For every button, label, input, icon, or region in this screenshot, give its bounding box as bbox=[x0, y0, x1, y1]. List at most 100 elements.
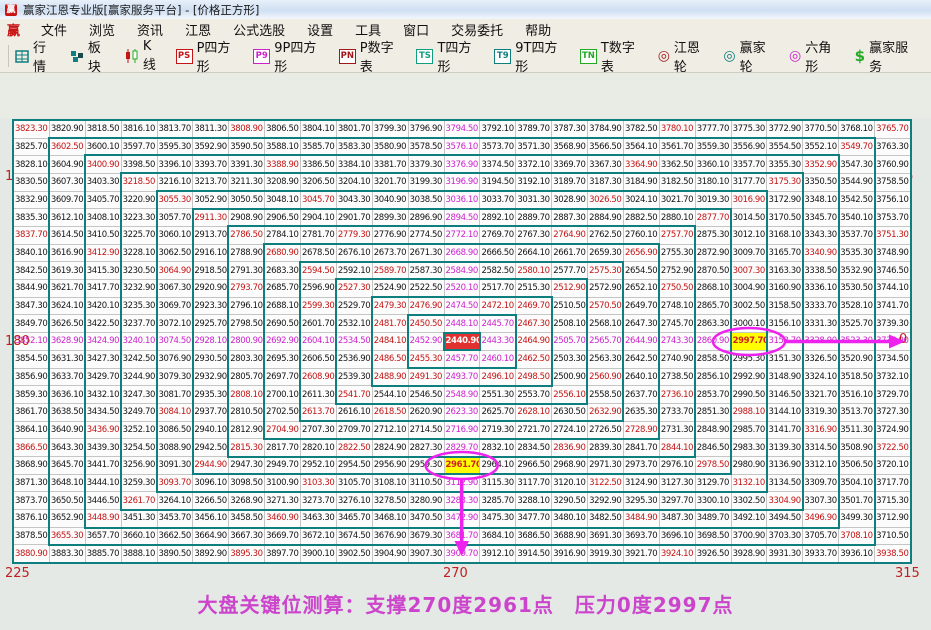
grid-cell[interactable]: 3830.50 bbox=[14, 174, 49, 191]
grid-cell[interactable]: 3465.70 bbox=[337, 510, 372, 527]
grid-cell[interactable]: 3679.30 bbox=[409, 528, 444, 545]
grid-cell[interactable]: 3751.30 bbox=[875, 227, 910, 244]
grid-cell[interactable]: 2472.10 bbox=[480, 298, 515, 315]
grid-cell[interactable]: 2976.10 bbox=[660, 457, 695, 474]
grid-cell[interactable]: 2995.30 bbox=[732, 351, 767, 368]
grid-cell[interactable]: 3480.10 bbox=[552, 510, 587, 527]
grid-cell[interactable]: 3326.50 bbox=[803, 351, 838, 368]
grid-cell[interactable]: 2623.30 bbox=[445, 404, 480, 421]
grid-cell[interactable]: 2668.90 bbox=[445, 245, 480, 262]
grid-cell[interactable]: 2714.50 bbox=[409, 422, 444, 439]
grid-cell[interactable]: 2904.10 bbox=[301, 209, 336, 226]
grid-cell[interactable]: 2692.90 bbox=[265, 333, 300, 350]
grid-cell[interactable]: 3739.30 bbox=[875, 315, 910, 332]
grid-cell[interactable]: 3458.50 bbox=[229, 510, 264, 527]
grid-cell[interactable]: 2949.70 bbox=[265, 457, 300, 474]
grid-cell[interactable]: 3060.10 bbox=[158, 227, 193, 244]
grid-cell[interactable]: 2568.10 bbox=[588, 315, 623, 332]
grid-cell[interactable]: 3439.30 bbox=[86, 439, 121, 456]
grid-cell[interactable]: 3703.30 bbox=[767, 528, 802, 545]
grid-cell[interactable]: 2680.90 bbox=[265, 245, 300, 262]
grid-cell[interactable]: 2884.90 bbox=[588, 209, 623, 226]
grid-cell[interactable]: 3499.30 bbox=[839, 510, 874, 527]
grid-cell[interactable]: 3182.50 bbox=[660, 174, 695, 191]
grid-cell[interactable]: 3816.10 bbox=[122, 121, 157, 138]
grid-cell[interactable]: 3554.50 bbox=[767, 139, 802, 156]
grid-cell[interactable]: 2966.50 bbox=[516, 457, 551, 474]
grid-cell[interactable]: 2443.30 bbox=[480, 333, 515, 350]
grid-cell[interactable]: 3012.10 bbox=[732, 227, 767, 244]
grid-cell[interactable]: 3336.10 bbox=[803, 280, 838, 297]
grid-cell[interactable]: 2846.50 bbox=[696, 439, 731, 456]
grid-cell[interactable]: 3134.50 bbox=[767, 475, 802, 492]
grid-cell[interactable]: 3328.90 bbox=[803, 333, 838, 350]
grid-cell[interactable]: 3242.50 bbox=[122, 351, 157, 368]
grid-cell[interactable]: 3247.30 bbox=[122, 386, 157, 403]
grid-cell[interactable]: 3304.90 bbox=[767, 492, 802, 509]
grid-cell[interactable]: 3434.50 bbox=[86, 404, 121, 421]
grid-cell[interactable]: 3638.50 bbox=[50, 404, 85, 421]
grid-cell[interactable]: 3420.10 bbox=[86, 298, 121, 315]
grid-cell[interactable]: 3609.70 bbox=[50, 192, 85, 209]
grid-cell[interactable]: 2750.50 bbox=[660, 280, 695, 297]
grid-cell[interactable]: 2822.50 bbox=[337, 439, 372, 456]
grid-cell[interactable]: 3573.70 bbox=[480, 139, 515, 156]
grid-cell[interactable]: 3775.30 bbox=[732, 121, 767, 138]
grid-cell[interactable]: 2452.90 bbox=[409, 333, 444, 350]
grid-cell[interactable]: 3842.50 bbox=[14, 262, 49, 279]
grid-cell[interactable]: 2599.30 bbox=[301, 298, 336, 315]
grid-cell[interactable]: 2853.70 bbox=[696, 386, 731, 403]
grid-cell[interactable]: 3662.50 bbox=[158, 528, 193, 545]
grid-cell[interactable]: 3213.70 bbox=[193, 174, 228, 191]
grid-cell[interactable]: 3732.10 bbox=[875, 369, 910, 386]
grid-cell[interactable]: 2673.70 bbox=[373, 245, 408, 262]
grid-cell[interactable]: 3926.50 bbox=[696, 545, 731, 562]
grid-cell[interactable]: 2841.70 bbox=[624, 439, 659, 456]
grid-cell[interactable]: 2743.30 bbox=[660, 333, 695, 350]
grid-cell[interactable]: 2611.30 bbox=[301, 386, 336, 403]
grid-cell[interactable]: 3033.70 bbox=[480, 192, 515, 209]
grid-cell[interactable]: 3117.70 bbox=[516, 475, 551, 492]
grid-cell[interactable]: 2803.30 bbox=[229, 351, 264, 368]
grid-cell[interactable]: 3206.50 bbox=[301, 174, 336, 191]
grid-cell[interactable]: 3148.90 bbox=[767, 369, 802, 386]
grid-cell[interactable]: 2637.70 bbox=[624, 386, 659, 403]
grid-cell[interactable]: 3494.50 bbox=[767, 510, 802, 527]
grid-cell[interactable]: 2760.10 bbox=[624, 227, 659, 244]
grid-cell[interactable]: 3141.70 bbox=[767, 422, 802, 439]
grid-cell[interactable]: 2755.30 bbox=[660, 245, 695, 262]
grid-cell[interactable]: 3626.50 bbox=[50, 315, 85, 332]
grid-cell[interactable]: 3777.70 bbox=[696, 121, 731, 138]
grid-cell[interactable]: 2491.30 bbox=[409, 369, 444, 386]
grid-cell[interactable]: 3772.90 bbox=[767, 121, 802, 138]
grid-cell[interactable]: 2510.50 bbox=[552, 298, 587, 315]
grid-cell[interactable]: 2894.50 bbox=[445, 209, 480, 226]
grid-cell[interactable]: 3218.50 bbox=[122, 174, 157, 191]
grid-cell[interactable]: 2522.50 bbox=[409, 280, 444, 297]
grid-cell[interactable]: 2644.90 bbox=[624, 333, 659, 350]
toolbar-button-P四方形[interactable]: PSP四方形 bbox=[176, 37, 241, 75]
grid-cell[interactable]: 3484.90 bbox=[624, 510, 659, 527]
grid-cell[interactable]: 3895.30 bbox=[229, 545, 264, 562]
grid-cell[interactable]: 2872.90 bbox=[696, 245, 731, 262]
toolbar-button-赢家轮[interactable]: ◎赢家轮 bbox=[723, 37, 776, 75]
grid-cell[interactable]: 2817.70 bbox=[265, 439, 300, 456]
grid-cell[interactable]: 3645.70 bbox=[50, 457, 85, 474]
grid-cell[interactable]: 2455.30 bbox=[409, 351, 444, 368]
grid-cell[interactable]: 3252.10 bbox=[122, 422, 157, 439]
grid-cell[interactable]: 3271.30 bbox=[265, 492, 300, 509]
grid-cell[interactable]: 3180.10 bbox=[696, 174, 731, 191]
grid-cell[interactable]: 3050.50 bbox=[229, 192, 264, 209]
grid-cell[interactable]: 3220.90 bbox=[122, 192, 157, 209]
grid-cell[interactable]: 3427.30 bbox=[86, 351, 121, 368]
grid-cell[interactable]: 3583.30 bbox=[337, 139, 372, 156]
grid-cell[interactable]: 2781.70 bbox=[301, 227, 336, 244]
grid-cell[interactable]: 3763.30 bbox=[875, 139, 910, 156]
grid-cell[interactable]: 2671.30 bbox=[409, 245, 444, 262]
grid-cell[interactable]: 3444.10 bbox=[86, 475, 121, 492]
grid-cell[interactable]: 3451.30 bbox=[122, 510, 157, 527]
grid-cell[interactable]: 2928.10 bbox=[193, 333, 228, 350]
grid-cell[interactable]: 2793.70 bbox=[229, 280, 264, 297]
grid-cell[interactable]: 3453.70 bbox=[158, 510, 193, 527]
toolbar-button-P数字表[interactable]: PNP数字表 bbox=[339, 37, 404, 75]
